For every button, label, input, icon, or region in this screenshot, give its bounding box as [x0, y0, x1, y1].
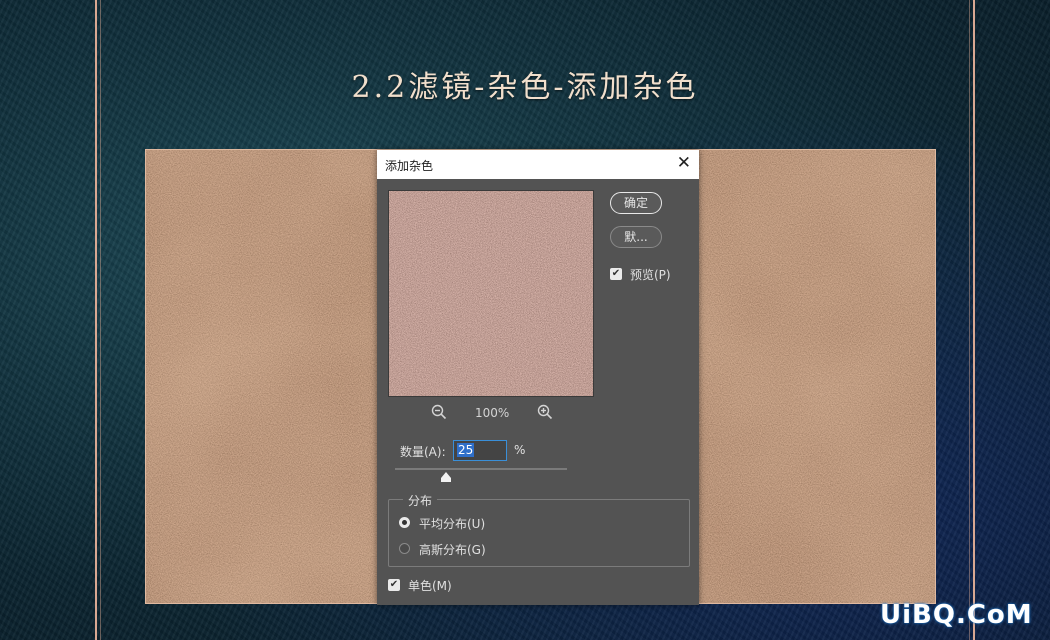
- monochrome-checkbox[interactable]: ✔: [388, 579, 400, 591]
- check-icon: ✔: [611, 268, 621, 279]
- add-noise-dialog: 添加杂色 ✕ 100% 确定 默... ✔ 预览(P) 数量(A): 25 % …: [377, 150, 699, 605]
- close-icon[interactable]: ✕: [677, 154, 691, 172]
- zoom-controls: 100%: [377, 404, 605, 424]
- zoom-level: 100%: [475, 406, 510, 420]
- amount-slider-track[interactable]: [395, 468, 567, 470]
- preview-noise-texture: [389, 191, 593, 396]
- preview-checkbox[interactable]: ✔: [610, 268, 622, 280]
- dialog-titlebar[interactable]: 添加杂色 ✕: [377, 150, 699, 179]
- uniform-radio[interactable]: [399, 517, 410, 528]
- zoom-out-icon[interactable]: [431, 404, 447, 423]
- filter-preview[interactable]: [388, 190, 594, 397]
- amount-unit: %: [514, 443, 526, 457]
- gaussian-label: 高斯分布(G): [419, 543, 486, 557]
- amount-slider-thumb[interactable]: [441, 472, 451, 482]
- amount-label: 数量(A):: [400, 445, 446, 459]
- site-watermark: UiBQ.CoM: [880, 600, 1033, 630]
- dialog-title: 添加杂色: [385, 159, 434, 173]
- zoom-in-icon[interactable]: [537, 404, 553, 423]
- preview-label: 预览(P): [630, 268, 671, 282]
- ok-button[interactable]: 确定: [610, 192, 662, 214]
- check-icon: ✔: [389, 579, 399, 590]
- amount-value: 25: [457, 443, 475, 457]
- default-button[interactable]: 默...: [610, 226, 662, 248]
- gaussian-radio[interactable]: [399, 543, 410, 554]
- uniform-label: 平均分布(U): [419, 517, 486, 531]
- monochrome-label: 单色(M): [408, 579, 452, 593]
- amount-input[interactable]: 25: [453, 440, 507, 461]
- distribution-label: 分布: [403, 492, 438, 509]
- page-title: 2.2滤镜-杂色-添加杂色: [351, 70, 699, 105]
